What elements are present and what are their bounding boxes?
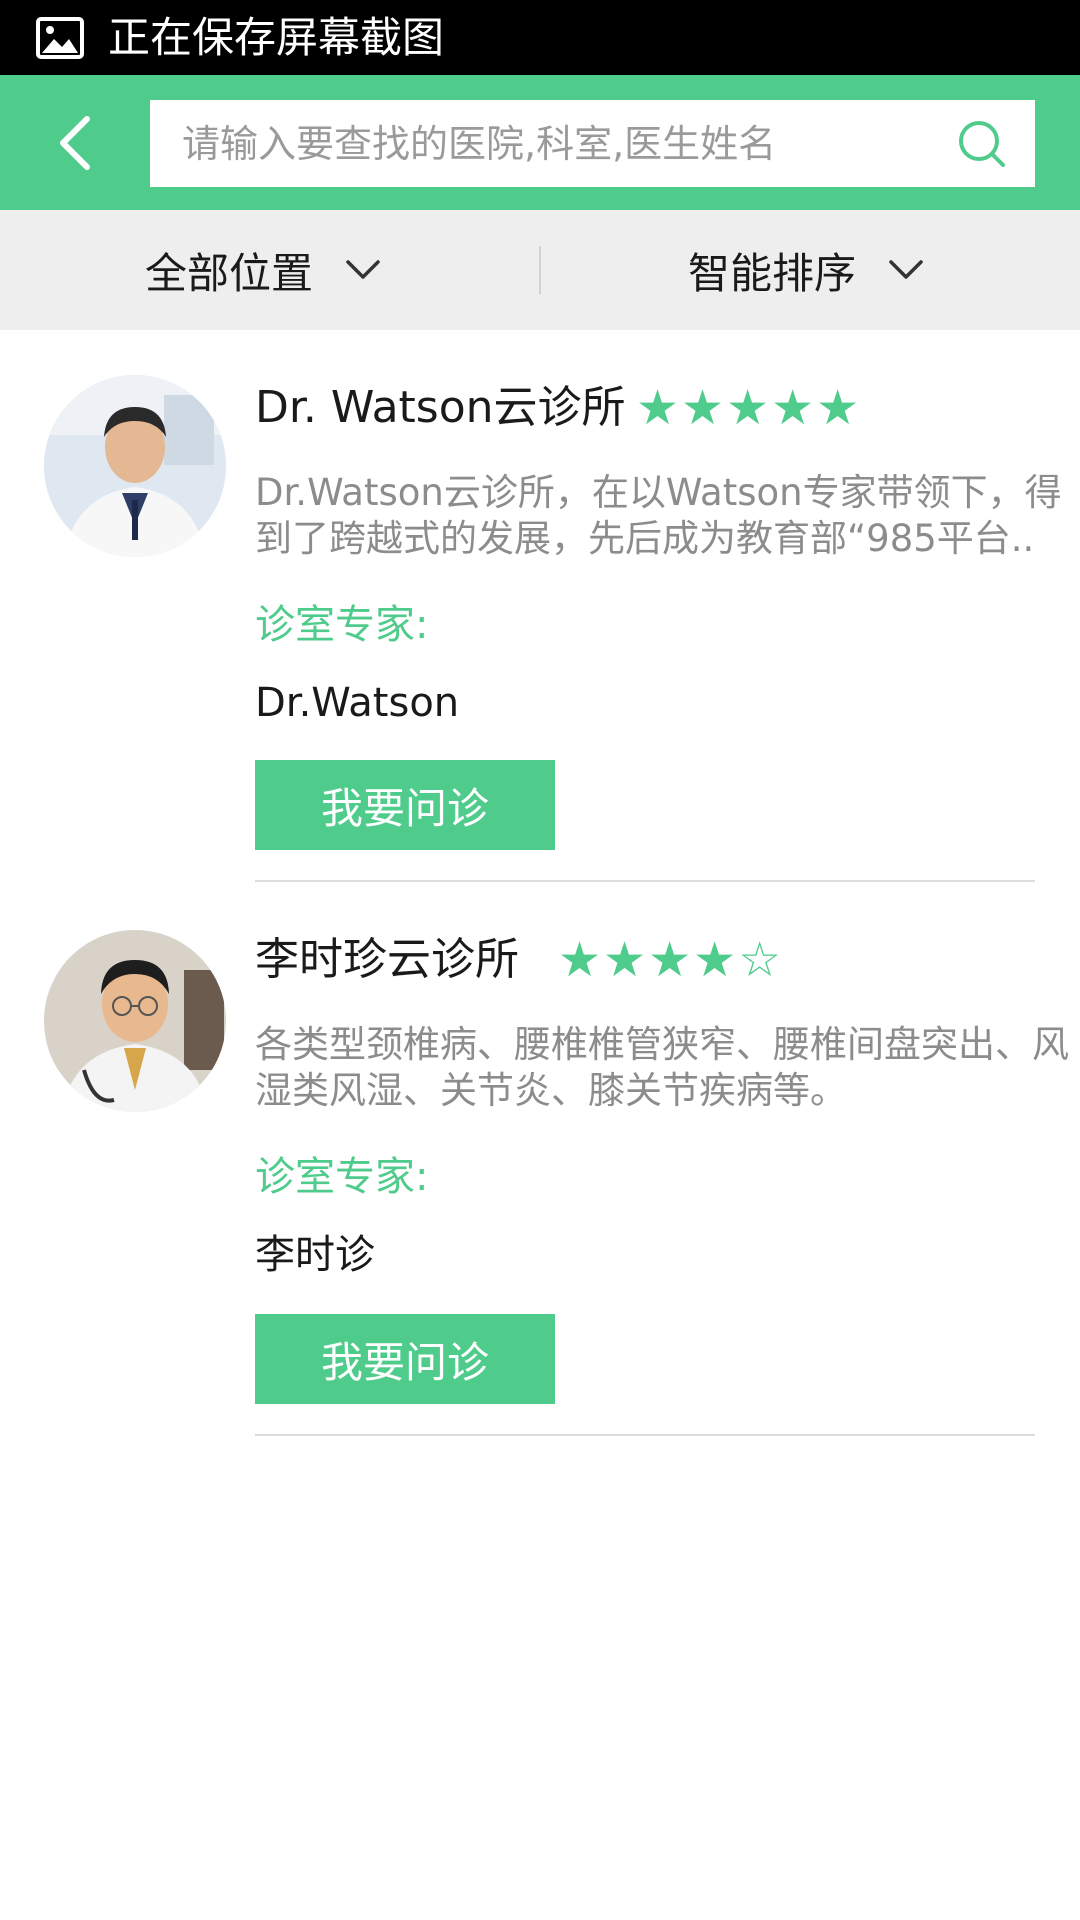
- location-filter[interactable]: 全部位置: [145, 210, 381, 330]
- search-box: [150, 100, 1035, 187]
- search-icon[interactable]: [957, 119, 1007, 169]
- consult-button[interactable]: 我要问诊: [255, 1314, 555, 1404]
- sort-filter[interactable]: 智能排序: [688, 210, 924, 330]
- star-filled-icon: ★: [558, 932, 604, 988]
- location-filter-label: 全部位置: [145, 248, 314, 298]
- star-filled-icon: ★: [681, 380, 727, 436]
- star-empty-icon: ☆: [738, 932, 784, 988]
- chevron-down-icon: [346, 260, 380, 279]
- expert-name: Dr.Watson: [255, 680, 460, 726]
- expert-label: 诊室专家:: [255, 602, 429, 648]
- chevron-down-icon: [889, 260, 923, 279]
- star-filled-icon: ★: [636, 380, 682, 436]
- avatar: [44, 930, 226, 1112]
- filter-bar: 全部位置 智能排序: [0, 210, 1080, 330]
- clinic-card[interactable]: 李时珍云诊所 ★ ★ ★ ★ ☆ 各类型颈椎病、腰椎椎管狭窄、腰椎间盘突出、风湿…: [0, 882, 1080, 1436]
- sort-filter-label: 智能排序: [688, 248, 857, 298]
- star-filled-icon: ★: [603, 932, 649, 988]
- star-filled-icon: ★: [771, 380, 817, 436]
- image-icon: [36, 17, 84, 59]
- search-input[interactable]: [150, 100, 940, 187]
- expert-name: 李时诊: [255, 1232, 375, 1278]
- expert-label: 诊室专家:: [255, 1154, 429, 1200]
- rating-stars: ★ ★ ★ ★ ☆: [558, 932, 783, 988]
- status-text: 正在保存屏幕截图: [108, 13, 445, 62]
- clinic-card[interactable]: Dr. Watson云诊所 ★ ★ ★ ★ ★ Dr.Watson云诊所，在以W…: [0, 330, 1080, 882]
- star-filled-icon: ★: [726, 380, 772, 436]
- header: [0, 75, 1080, 210]
- divider: [255, 1434, 1035, 1436]
- filter-divider: [539, 246, 541, 294]
- chevron-left-icon: [60, 116, 90, 170]
- star-filled-icon: ★: [816, 380, 862, 436]
- clinic-description: Dr.Watson云诊所，在以Watson专家带领下，得到了跨越式的发展，先后成…: [255, 471, 1062, 560]
- rating-stars: ★ ★ ★ ★ ★: [636, 380, 861, 436]
- star-filled-icon: ★: [693, 932, 739, 988]
- star-filled-icon: ★: [648, 932, 694, 988]
- consult-button[interactable]: 我要问诊: [255, 760, 555, 850]
- clinic-description: 各类型颈椎病、腰椎椎管狭窄、腰椎间盘突出、风湿类风湿、关节炎、膝关节疾病等。: [255, 1023, 1069, 1112]
- clinic-name[interactable]: Dr. Watson云诊所: [255, 380, 626, 436]
- status-bar: 正在保存屏幕截图: [0, 0, 1080, 75]
- avatar: [44, 375, 226, 557]
- back-button[interactable]: [40, 105, 110, 181]
- clinic-name[interactable]: 李时珍云诊所: [255, 932, 519, 988]
